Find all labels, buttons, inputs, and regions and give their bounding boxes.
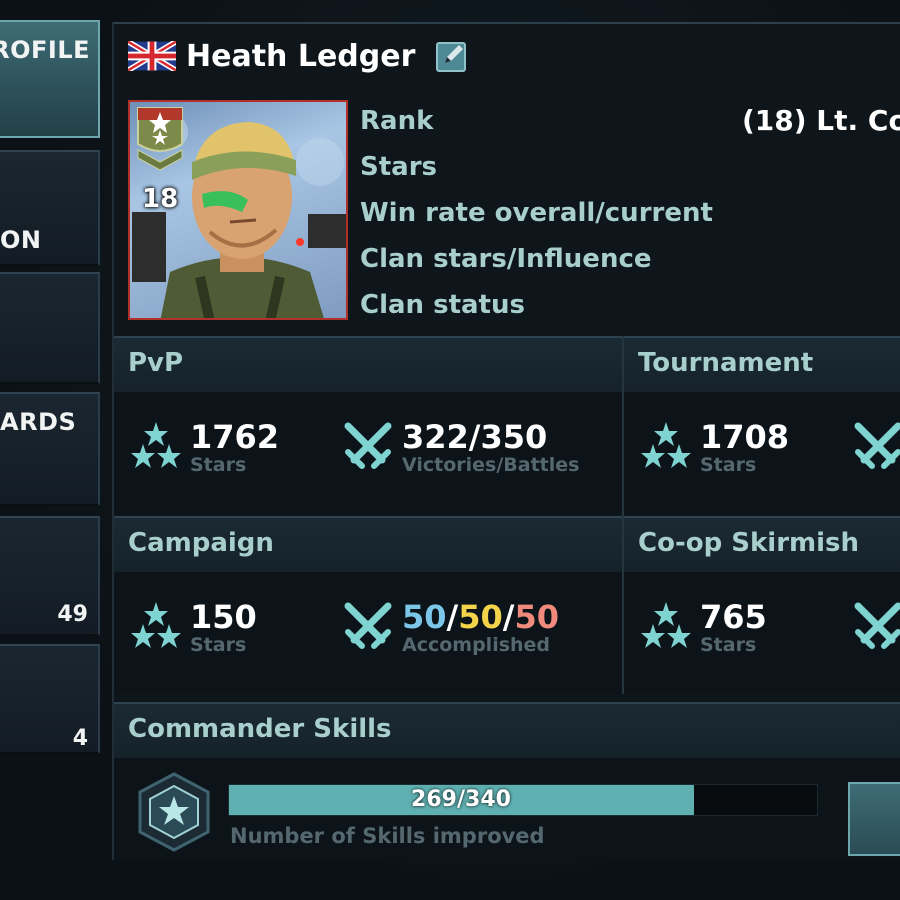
sidebar-item-4[interactable]: ARDS [0,392,100,506]
accomplished-blue: 50 [402,598,447,636]
crossed-swords-icon [854,422,900,469]
campaign-title: Campaign [128,528,274,558]
skill-star-hexagon-icon [138,772,210,852]
pvp-header: PvP [114,336,622,392]
coop-stars-label: Stars [700,634,757,656]
accomplished-separator: / [502,598,515,636]
skills-progress-bar: 269/340 [228,784,818,816]
sidebar-item-label: ON [0,226,42,254]
sidebar-item-label: PROFILE [0,36,90,64]
uk-flag-icon [128,41,176,71]
sidebar-item-3[interactable] [0,272,100,384]
sidebar-item-count: 4 [72,726,88,751]
campaign-accomplished-label: Accomplished [402,634,551,656]
skills-progress-label: Number of Skills improved [230,824,545,848]
pvp-stars-label: Stars [190,454,247,476]
accomplished-yellow: 50 [458,598,503,636]
clan-stars-label: Clan stars/Influence [360,244,652,274]
stars-label: Stars [360,152,437,182]
sidebar: PROFILE ON ARDS 49 4 [0,0,100,900]
skills-progress-text: 269/340 [411,787,511,812]
commander-skills-header: Commander Skills [114,702,900,758]
tournament-header: Tournament [624,336,900,392]
pvp-battles-label: Victories/Battles [402,454,580,476]
rank-label: Rank [360,106,434,136]
rank-value: (18) Lt. Col [742,104,900,137]
campaign-stars-value: 150 [190,598,257,636]
stars-icon [641,422,691,468]
campaign-accomplished-value: 50/50/50 [402,598,559,636]
coop-section: Co-op Skirmish 765 Stars [624,516,900,694]
skills-open-button[interactable] [848,782,900,856]
player-name: Heath Ledger [186,38,416,74]
tournament-stars-label: Stars [700,454,757,476]
profile-info-labels: Rank Stars Win rate overall/current Clan… [360,98,713,328]
stars-icon [131,602,181,648]
pvp-body: 1762 Stars 322/350 Victories/Battles [114,392,622,514]
sidebar-item-profile[interactable]: PROFILE [0,20,100,138]
pvp-battles-value: 322/350 [402,418,548,456]
commander-level: 18 [142,184,179,214]
sidebar-item-6[interactable]: 4 [0,644,100,754]
crossed-swords-icon [344,602,392,649]
campaign-stars-label: Stars [190,634,247,656]
stars-icon [641,602,691,648]
coop-body: 765 Stars [624,572,900,694]
tournament-body: 1708 Stars [624,392,900,514]
tournament-section: Tournament 1708 Stars [624,336,900,514]
tournament-title: Tournament [638,348,814,378]
campaign-section: Campaign 150 Stars 50/50/50 Accomplished [114,516,622,694]
pvp-section: PvP 1762 Stars 322/350 Victories/Battles [114,336,622,514]
pvp-title: PvP [128,348,184,378]
coop-stars-value: 765 [700,598,767,636]
campaign-header: Campaign [114,516,622,572]
coop-header: Co-op Skirmish [624,516,900,572]
section-divider [622,336,624,694]
sidebar-item-5[interactable]: 49 [0,516,100,636]
sidebar-item-label: ARDS [0,408,77,436]
stars-icon [131,422,181,468]
accomplished-separator: / [446,598,459,636]
profile-panel: Heath Ledger 18 Rank Stars Win rate over… [112,22,900,862]
edit-name-icon[interactable] [435,39,469,73]
coop-title: Co-op Skirmish [638,528,859,558]
tournament-stars-value: 1708 [700,418,790,456]
campaign-body: 150 Stars 50/50/50 Accomplished [114,572,622,694]
commander-portrait: 18 [128,100,348,320]
sidebar-item-count: 49 [57,602,88,627]
win-rate-label: Win rate overall/current [360,198,713,228]
player-header: Heath Ledger [128,38,469,74]
crossed-swords-icon [344,422,392,469]
crossed-swords-icon [854,602,900,649]
accomplished-red: 50 [514,598,559,636]
pvp-stars-value: 1762 [190,418,280,456]
commander-skills-title: Commander Skills [128,714,392,744]
clan-status-label: Clan status [360,290,525,320]
sidebar-item-2[interactable]: ON [0,150,100,266]
